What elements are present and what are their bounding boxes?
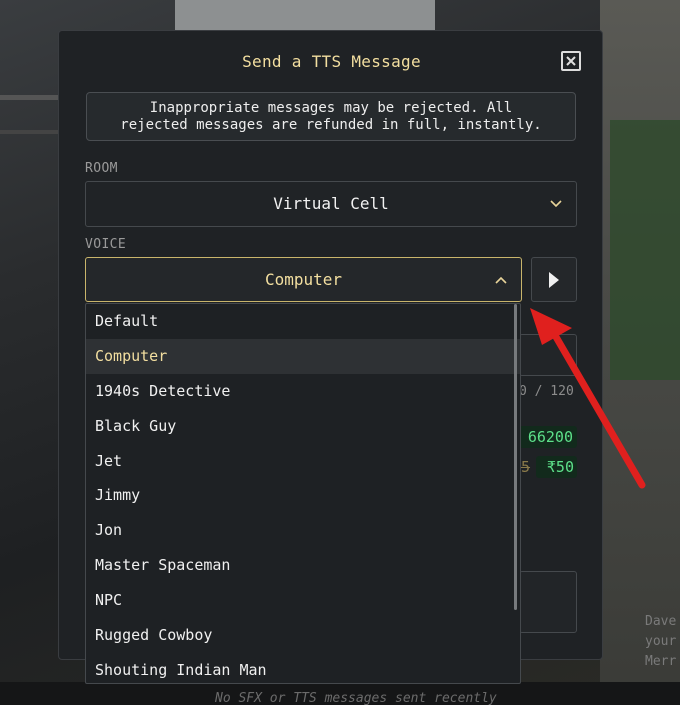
- background-wall: [175, 0, 435, 32]
- background-railing: [0, 130, 58, 134]
- room-value: Virtual Cell: [273, 194, 389, 213]
- voice-option-selected[interactable]: Computer: [86, 338, 520, 374]
- voice-option[interactable]: 1940s Detective: [86, 374, 520, 409]
- dropdown-scrollbar[interactable]: [514, 304, 517, 610]
- notice-line: rejected messages are refunded in full, …: [120, 117, 542, 133]
- modal-title: Send a TTS Message: [242, 52, 421, 71]
- preview-voice-button[interactable]: [531, 257, 577, 302]
- background-railing: [0, 95, 58, 100]
- voice-dropdown-list: Default Computer 1940s Detective Black G…: [85, 303, 521, 684]
- voice-option[interactable]: Jimmy: [86, 478, 520, 513]
- voice-label: VOICE: [85, 237, 127, 252]
- voice-select[interactable]: Computer: [85, 257, 522, 302]
- chevron-down-icon: [550, 182, 562, 244]
- room-select[interactable]: Virtual Cell: [85, 181, 577, 227]
- voice-option[interactable]: Shouting Indian Man: [86, 653, 520, 683]
- voice-option[interactable]: Default: [86, 304, 520, 339]
- annotation-arrow-icon: [530, 308, 646, 489]
- close-button[interactable]: [561, 51, 581, 71]
- lower-panel: [519, 571, 577, 633]
- play-icon: [549, 271, 559, 288]
- chat-line: Merr: [645, 654, 677, 669]
- chat-snippet: Dave your Merr: [645, 612, 676, 672]
- notice-banner: Inappropriate messages may be rejected. …: [86, 92, 576, 141]
- close-icon: [566, 56, 576, 66]
- status-text: No SFX or TTS messages sent recently: [215, 691, 497, 705]
- voice-option[interactable]: Black Guy: [86, 409, 520, 444]
- voice-option[interactable]: Rugged Cowboy: [86, 618, 520, 653]
- voice-option[interactable]: Jet: [86, 444, 520, 479]
- notice-line: Inappropriate messages may be rejected. …: [149, 100, 513, 116]
- room-label: ROOM: [85, 161, 118, 176]
- voice-value: Computer: [264, 270, 343, 289]
- chat-line: Dave: [645, 614, 677, 629]
- voice-option[interactable]: NPC: [86, 583, 520, 618]
- voice-option[interactable]: Master Spaceman: [86, 548, 520, 583]
- voice-option[interactable]: Jon: [86, 513, 520, 548]
- chat-line: your: [645, 634, 677, 649]
